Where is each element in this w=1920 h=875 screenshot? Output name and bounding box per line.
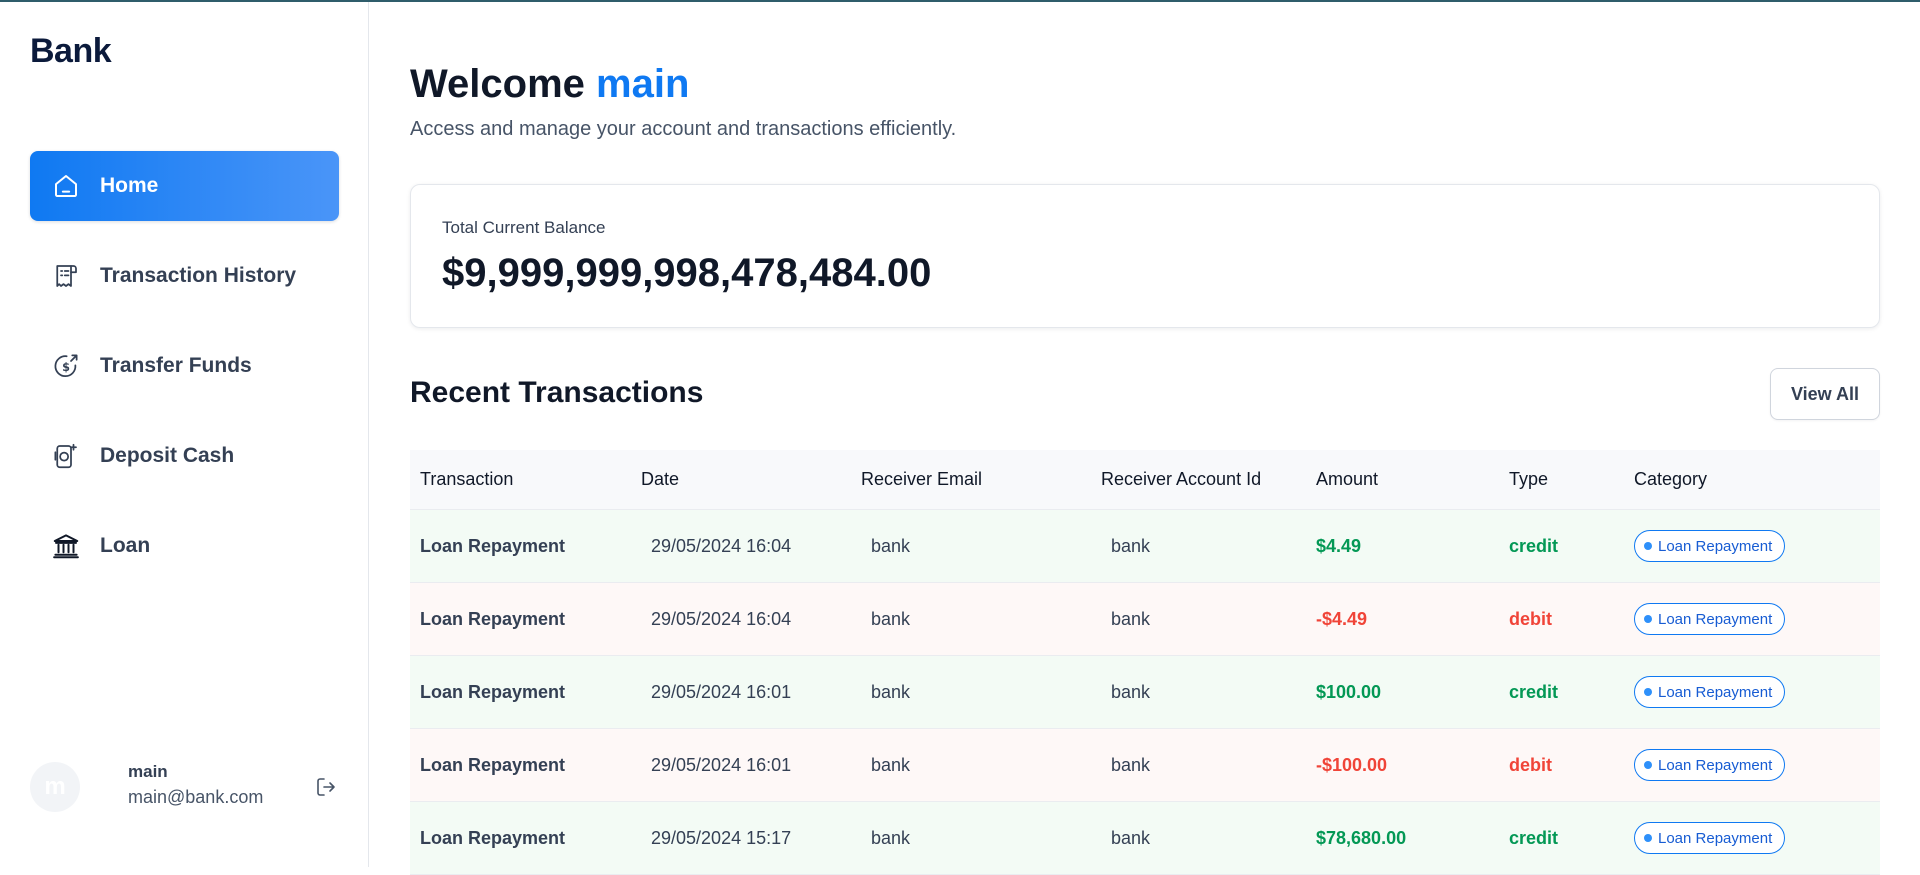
bank-building-icon [50,530,82,562]
transaction-date: 29/05/2024 15:17 [651,827,792,848]
transaction-date: 29/05/2024 16:04 [651,535,792,556]
transaction-date: 29/05/2024 16:04 [651,608,792,629]
sidebar-item-deposit-cash[interactable]: Deposit Cash [30,421,339,491]
sidebar-item-label: Transaction History [100,264,297,287]
avatar[interactable]: m [30,762,80,812]
transaction-name: Loan Repayment [420,827,566,848]
user-name: main [128,762,168,781]
transaction-amount: $78,680.00 [1316,827,1407,848]
receiver-email: bank [871,535,911,556]
view-all-button[interactable]: View All [1770,368,1880,420]
table-row[interactable]: Loan Repayment 29/05/2024 16:04 bank ban… [410,510,1880,583]
receiver-email: bank [871,681,911,702]
category-badge: Loan Repayment [1634,530,1786,562]
receiver-email: bank [871,827,911,848]
sidebar-item-label: Deposit Cash [100,444,235,467]
column-header: Transaction [420,469,514,489]
sidebar-nav: Home Transaction History $ Transfer Fund… [30,151,339,601]
column-header: Category [1634,469,1708,489]
transaction-type: credit [1509,827,1559,848]
transaction-date: 29/05/2024 16:01 [651,681,792,702]
sidebar-item-transaction-history[interactable]: Transaction History [30,241,339,311]
table-row[interactable]: Loan Repayment 29/05/2024 16:01 bank ban… [410,656,1880,729]
transactions-table: Transaction Date Receiver Email Receiver… [410,450,1880,875]
table-row[interactable]: Loan Repayment 29/05/2024 16:04 bank ban… [410,583,1880,656]
sidebar: Bank Home Transaction History $ Transfer… [0,2,369,867]
transaction-type: debit [1509,608,1552,629]
transaction-type: credit [1509,681,1559,702]
dollar-transfer-icon: $ [50,350,82,382]
receiver-email: bank [871,608,911,629]
column-header: Date [641,469,680,489]
transaction-amount: $4.49 [1316,535,1362,556]
sidebar-item-label: Home [100,174,159,197]
category-label: Loan Repayment [1658,537,1773,555]
category-label: Loan Repayment [1658,829,1773,847]
column-header: Receiver Account Id [1101,469,1262,489]
category-label: Loan Repayment [1658,610,1773,628]
table-row[interactable]: Loan Repayment 29/05/2024 15:17 bank ban… [410,802,1880,875]
balance-card: Total Current Balance $9,999,999,998,478… [410,184,1880,328]
user-email: main@bank.com [128,787,264,807]
receiver-account-id: bank [1111,681,1151,702]
sidebar-item-label: Loan [100,534,151,557]
receiver-account-id: bank [1111,754,1151,775]
main-content: Welcome main Access and manage your acco… [410,0,1880,875]
badge-dot [1644,761,1652,769]
transaction-amount: $100.00 [1316,681,1382,702]
brand-logo[interactable]: Bank [30,32,112,71]
column-header: Type [1509,469,1549,489]
receiver-account-id: bank [1111,608,1151,629]
transaction-amount: -$4.49 [1316,608,1368,629]
column-header: Receiver Email [861,469,983,489]
category-label: Loan Repayment [1658,756,1773,774]
category-badge: Loan Repayment [1634,603,1786,635]
balance-label: Total Current Balance [442,218,606,237]
sidebar-item-transfer-funds[interactable]: $ Transfer Funds [30,331,339,401]
transaction-amount: -$100.00 [1316,754,1388,775]
user-profile: m main main@bank.com [30,759,339,819]
transaction-name: Loan Repayment [420,608,566,629]
receiver-account-id: bank [1111,827,1151,848]
transaction-name: Loan Repayment [420,754,566,775]
table-row[interactable]: Loan Repayment 29/05/2024 16:01 bank ban… [410,729,1880,802]
sidebar-item-label: Transfer Funds [100,354,252,377]
transaction-type: debit [1509,754,1552,775]
table-header: Transaction Date Receiver Email Receiver… [410,450,1880,510]
receiver-account-id: bank [1111,535,1151,556]
svg-text:$: $ [62,361,70,374]
receipt-icon [50,260,82,292]
balance-amount: $9,999,999,998,478,484.00 [442,251,932,295]
deposit-icon [50,440,82,472]
receiver-email: bank [871,754,911,775]
badge-dot [1644,688,1652,696]
welcome-text: Welcome [410,62,585,106]
category-label: Loan Repayment [1658,683,1773,701]
sidebar-item-home[interactable]: Home [30,151,339,221]
column-header: Amount [1316,469,1379,489]
logout-icon[interactable] [314,775,338,799]
transaction-type: credit [1509,535,1559,556]
transaction-name: Loan Repayment [420,681,566,702]
page-subtitle: Access and manage your account and trans… [410,118,957,140]
badge-dot [1644,615,1652,623]
badge-dot [1644,542,1652,550]
category-badge: Loan Repayment [1634,822,1786,854]
transaction-name: Loan Repayment [420,535,566,556]
recent-transactions-title: Recent Transactions [410,376,704,409]
page-title: Welcome main [410,62,689,107]
welcome-username: main [596,62,690,106]
category-badge: Loan Repayment [1634,676,1786,708]
transaction-date: 29/05/2024 16:01 [651,754,792,775]
home-icon [50,170,82,202]
badge-dot [1644,834,1652,842]
category-badge: Loan Repayment [1634,749,1786,781]
sidebar-item-loan[interactable]: Loan [30,511,339,581]
